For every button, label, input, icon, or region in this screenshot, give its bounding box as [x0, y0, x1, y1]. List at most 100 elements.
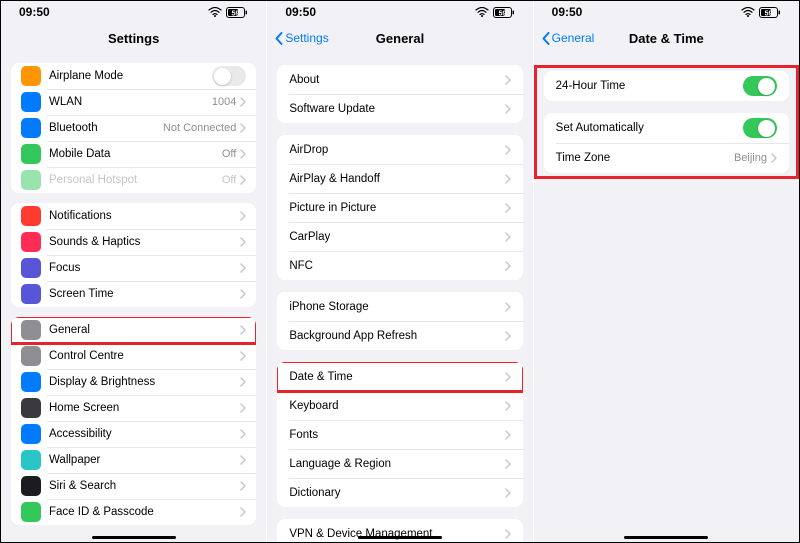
settings-row-display-brightness[interactable]: Display & Brightness	[11, 369, 256, 395]
row-label: AirDrop	[289, 144, 504, 156]
status-time: 09:50	[552, 5, 583, 19]
settings-row-screen-time[interactable]: Screen Time	[11, 281, 256, 307]
row-label: Set Automatically	[556, 122, 743, 134]
row-label: Dictionary	[289, 487, 504, 499]
row-label: About	[289, 74, 504, 86]
settings-row-carplay[interactable]: CarPlay	[277, 222, 522, 251]
status-bar: 09:50 59	[267, 1, 532, 23]
svg-text:59: 59	[498, 10, 506, 17]
face-id-passcode-icon	[21, 502, 41, 522]
row-label: Fonts	[289, 429, 504, 441]
row-label: Airplane Mode	[49, 70, 212, 82]
chevron-right-icon	[240, 351, 246, 361]
row-label: iPhone Storage	[289, 301, 504, 313]
status-time: 09:50	[285, 5, 316, 19]
row-label: AirPlay & Handoff	[289, 173, 504, 185]
home-indicator[interactable]	[92, 536, 176, 539]
row-label: Keyboard	[289, 400, 504, 412]
accessibility-icon	[21, 424, 41, 444]
settings-row-sounds-haptics[interactable]: Sounds & Haptics	[11, 229, 256, 255]
date-time-screen: 09:50 59 General Date & Time 24-Hour Tim…	[534, 1, 799, 542]
title-label: Settings	[108, 31, 159, 46]
focus-icon	[21, 258, 41, 278]
home-indicator[interactable]	[358, 536, 442, 539]
settings-row-nfc[interactable]: NFC	[277, 251, 522, 280]
row-label: Notifications	[49, 210, 240, 222]
wlan-icon	[21, 92, 41, 112]
airplane-mode-icon	[21, 66, 41, 86]
battery-icon: 59	[226, 7, 248, 18]
battery-icon: 59	[759, 7, 781, 18]
chevron-right-icon	[240, 97, 246, 107]
settings-row-about[interactable]: About	[277, 65, 522, 94]
settings-row-wlan[interactable]: WLAN1004	[11, 89, 256, 115]
settings-row-home-screen[interactable]: Home Screen	[11, 395, 256, 421]
settings-row-fonts[interactable]: Fonts	[277, 420, 522, 449]
toggle-switch[interactable]	[212, 66, 246, 86]
back-label: General	[552, 31, 595, 45]
status-bar: 09:50 59	[1, 1, 266, 23]
chevron-right-icon	[240, 507, 246, 517]
chevron-right-icon	[505, 488, 511, 498]
back-button[interactable]: General	[542, 31, 595, 45]
settings-row-background-app-refresh[interactable]: Background App Refresh	[277, 321, 522, 350]
row-label: Screen Time	[49, 288, 240, 300]
battery-icon: 59	[493, 7, 515, 18]
settings-row-notifications[interactable]: Notifications	[11, 203, 256, 229]
settings-row-language-region[interactable]: Language & Region	[277, 449, 522, 478]
personal-hotspot-icon	[21, 170, 41, 190]
page-title: General Date & Time	[534, 23, 799, 53]
chevron-right-icon	[505, 430, 511, 440]
settings-row-focus[interactable]: Focus	[11, 255, 256, 281]
title-label: Date & Time	[629, 31, 704, 46]
row-label: Background App Refresh	[289, 330, 504, 342]
toggle-switch[interactable]	[743, 118, 777, 138]
sounds-haptics-icon	[21, 232, 41, 252]
settings-row-software-update[interactable]: Software Update	[277, 94, 522, 123]
title-label: General	[376, 31, 424, 46]
wifi-icon	[741, 7, 755, 17]
row-label: Control Centre	[49, 350, 240, 362]
home-indicator[interactable]	[624, 536, 708, 539]
chevron-right-icon	[505, 372, 511, 382]
row-label: Siri & Search	[49, 480, 240, 492]
control-centre-icon	[21, 346, 41, 366]
settings-row-set-automatically[interactable]: Set Automatically	[544, 113, 789, 143]
row-label: Accessibility	[49, 428, 240, 440]
settings-row-bluetooth[interactable]: BluetoothNot Connected	[11, 115, 256, 141]
row-label: 24-Hour Time	[556, 80, 743, 92]
chevron-right-icon	[505, 261, 511, 271]
mobile-data-icon	[21, 144, 41, 164]
row-label: Personal Hotspot	[49, 174, 222, 186]
settings-row-siri-search[interactable]: Siri & Search	[11, 473, 256, 499]
back-button[interactable]: Settings	[275, 31, 328, 45]
chevron-right-icon	[240, 377, 246, 387]
settings-row-24-hour-time[interactable]: 24-Hour Time	[544, 71, 789, 101]
row-label: WLAN	[49, 96, 212, 108]
settings-row-iphone-storage[interactable]: iPhone Storage	[277, 292, 522, 321]
general-screen: 09:50 59 Settings General About Software …	[267, 1, 533, 542]
chevron-right-icon	[505, 302, 511, 312]
settings-row-dictionary[interactable]: Dictionary	[277, 478, 522, 507]
wifi-icon	[208, 7, 222, 17]
chevron-right-icon	[240, 149, 246, 159]
settings-row-date-time[interactable]: Date & Time	[277, 362, 522, 391]
settings-row-time-zone[interactable]: Time ZoneBeijing	[544, 143, 789, 173]
settings-row-picture-in-picture[interactable]: Picture in Picture	[277, 193, 522, 222]
settings-row-face-id-passcode[interactable]: Face ID & Passcode	[11, 499, 256, 525]
settings-row-general[interactable]: General	[11, 317, 256, 343]
settings-row-airplane-mode[interactable]: Airplane Mode	[11, 63, 256, 89]
row-label: Picture in Picture	[289, 202, 504, 214]
siri-search-icon	[21, 476, 41, 496]
row-label: General	[49, 324, 240, 336]
settings-row-accessibility[interactable]: Accessibility	[11, 421, 256, 447]
toggle-switch[interactable]	[743, 76, 777, 96]
settings-row-control-centre[interactable]: Control Centre	[11, 343, 256, 369]
settings-row-wallpaper[interactable]: Wallpaper	[11, 447, 256, 473]
settings-row-keyboard[interactable]: Keyboard	[277, 391, 522, 420]
settings-row-personal-hotspot[interactable]: Personal HotspotOff	[11, 167, 256, 193]
settings-row-airdrop[interactable]: AirDrop	[277, 135, 522, 164]
chevron-right-icon	[240, 403, 246, 413]
settings-row-mobile-data[interactable]: Mobile DataOff	[11, 141, 256, 167]
settings-row-airplay-handoff[interactable]: AirPlay & Handoff	[277, 164, 522, 193]
